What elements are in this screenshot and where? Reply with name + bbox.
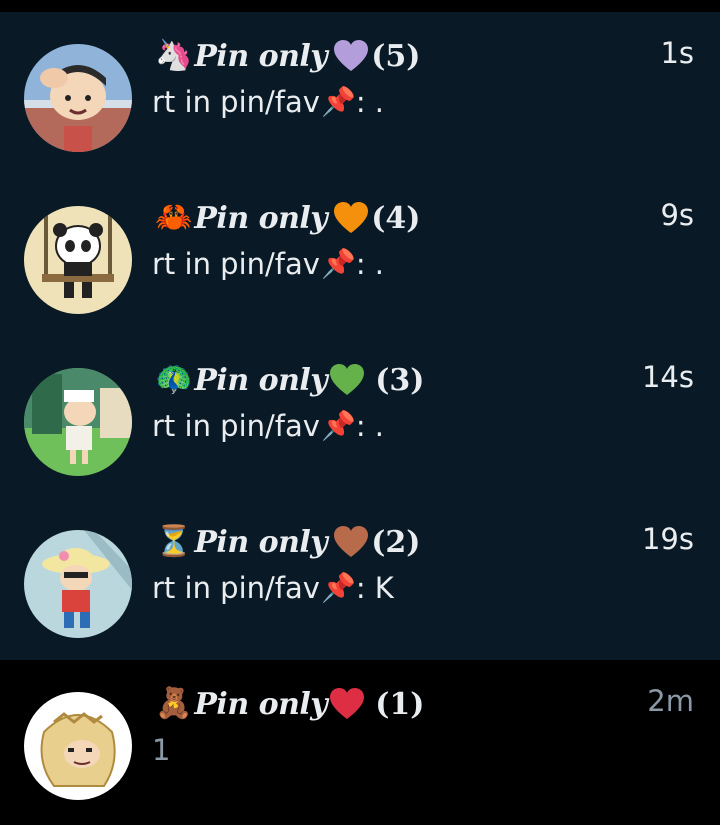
member-count: (1) — [375, 686, 425, 722]
preview-text: 1 — [152, 733, 171, 767]
conversation-name: Pin only — [194, 686, 328, 722]
member-count: (4) — [371, 200, 421, 236]
avatar[interactable] — [24, 692, 132, 800]
conversation-title: 🦀 Pin only (4) — [155, 196, 421, 240]
message-preview: rt in pin/fav 📌 : K — [152, 568, 394, 608]
conversation-row[interactable]: ⏳ Pin only (2) rt in pin/fav 📌 : K 19s — [0, 498, 720, 660]
unicorn-icon: 🦄 — [155, 38, 193, 73]
member-count: (2) — [371, 524, 421, 560]
conversation-title: 🦄 Pin only (5) — [155, 34, 421, 78]
conversation-row[interactable]: 🧸 Pin only (1) 1 2m — [0, 660, 720, 825]
conversation-name: Pin only — [194, 200, 328, 236]
avatar[interactable] — [24, 44, 132, 152]
message-preview: 1 — [152, 730, 170, 770]
brown-heart-icon — [333, 525, 369, 559]
conversation-row[interactable]: 🦄 Pin only (5) rt in pin/fav 📌 : . 1s — [0, 12, 720, 174]
conversation-list: 🦄 Pin only (5) rt in pin/fav 📌 : . 1s 🦀 … — [0, 12, 720, 825]
avatar[interactable] — [24, 530, 132, 638]
message-preview: rt in pin/fav 📌 : . — [152, 82, 384, 122]
crab-icon: 🦀 — [155, 200, 193, 235]
preview-text: rt in pin/fav — [152, 571, 320, 605]
pushpin-icon: 📌 — [320, 409, 356, 442]
timestamp: 2m — [647, 684, 694, 718]
pushpin-icon: 📌 — [320, 571, 356, 604]
green-heart-icon — [329, 363, 365, 397]
conversation-title: ⏳ Pin only (2) — [155, 520, 421, 564]
conversation-name: Pin only — [194, 38, 328, 74]
message-preview: rt in pin/fav 📌 : . — [152, 406, 384, 446]
avatar[interactable] — [24, 368, 132, 476]
conversation-name: Pin only — [194, 362, 328, 398]
message-preview: rt in pin/fav 📌 : . — [152, 244, 384, 284]
top-edge-bar — [0, 0, 720, 12]
preview-text: rt in pin/fav — [152, 85, 320, 119]
red-heart-icon — [329, 687, 365, 721]
purple-heart-icon — [333, 39, 369, 73]
preview-suffix: : K — [355, 571, 394, 605]
hourglass-icon: ⏳ — [155, 524, 193, 559]
preview-text: rt in pin/fav — [152, 409, 320, 443]
orange-heart-icon — [333, 201, 369, 235]
conversation-row[interactable]: 🦚 Pin only (3) rt in pin/fav 📌 : . 14s — [0, 336, 720, 498]
member-count: (5) — [371, 38, 421, 74]
peacock-icon: 🦚 — [155, 362, 193, 397]
conversation-title: 🦚 Pin only (3) — [155, 358, 425, 402]
conversation-name: Pin only — [194, 524, 328, 560]
conversation-title: 🧸 Pin only (1) — [155, 682, 425, 726]
timestamp: 14s — [641, 360, 694, 394]
preview-text: rt in pin/fav — [152, 247, 320, 281]
preview-suffix: : . — [355, 409, 385, 443]
preview-suffix: : . — [355, 85, 385, 119]
member-count: (3) — [375, 362, 425, 398]
teddy-bear-icon: 🧸 — [155, 686, 193, 721]
timestamp: 9s — [660, 198, 694, 232]
avatar[interactable] — [24, 206, 132, 314]
timestamp: 19s — [641, 522, 694, 556]
timestamp: 1s — [660, 36, 694, 70]
pushpin-icon: 📌 — [320, 247, 356, 280]
conversation-row[interactable]: 🦀 Pin only (4) rt in pin/fav 📌 : . 9s — [0, 174, 720, 336]
preview-suffix: : . — [355, 247, 385, 281]
pushpin-icon: 📌 — [320, 85, 356, 118]
